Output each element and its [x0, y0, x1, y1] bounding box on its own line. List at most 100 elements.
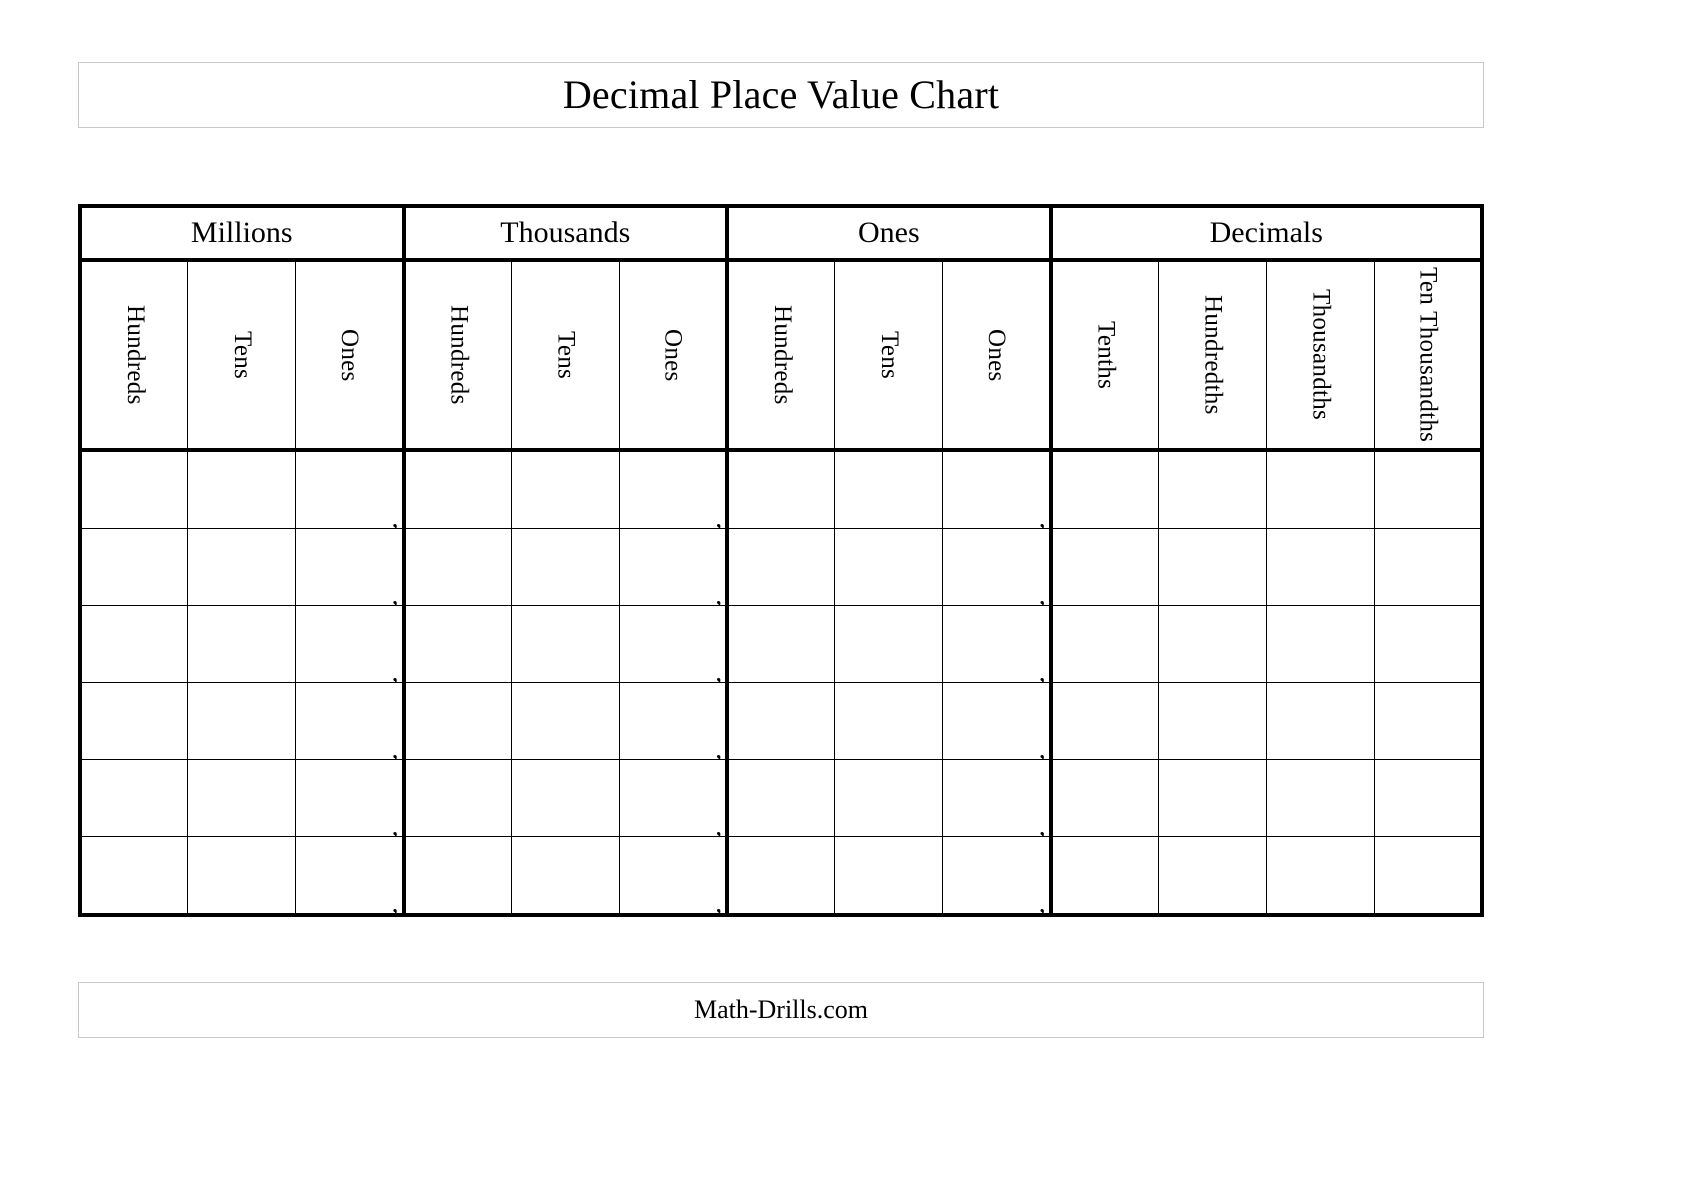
cell-r2-c6[interactable] — [725, 605, 836, 683]
cell-r2-c10[interactable] — [1157, 605, 1267, 683]
cell-r3-c3[interactable] — [401, 682, 512, 760]
place-separator-mark: , — [715, 888, 723, 918]
footer-banner: Math-Drills.com — [78, 982, 1484, 1038]
column-header-label: Tens — [552, 330, 580, 380]
cell-r5-c0[interactable] — [79, 836, 189, 916]
cell-r2-c4[interactable] — [510, 605, 620, 683]
cell-r3-c5[interactable]: , — [618, 682, 728, 763]
cell-r4-c7[interactable] — [834, 759, 944, 837]
cell-r2-c8[interactable]: , — [942, 605, 1052, 686]
cell-r2-c0[interactable] — [79, 605, 189, 683]
group-header-row: Millions Thousands Ones Decimals — [79, 205, 1483, 262]
cell-r4-c2[interactable]: , — [295, 759, 405, 840]
cell-r0-c7[interactable] — [834, 449, 944, 529]
cell-r1-c10[interactable] — [1157, 528, 1267, 606]
cell-r2-c11[interactable] — [1265, 605, 1375, 683]
column-header-box: Hundreds — [729, 262, 834, 448]
table-row: ,,, — [79, 682, 1483, 763]
column-header-box: Tens — [188, 262, 295, 448]
cell-r2-c5[interactable]: , — [618, 605, 728, 686]
column-header-6: Hundreds — [725, 259, 836, 452]
cell-r5-c6[interactable] — [725, 836, 836, 916]
cell-r1-c4[interactable] — [510, 528, 620, 606]
column-header-12: Ten Thousandths — [1373, 259, 1483, 452]
cell-r1-c11[interactable] — [1265, 528, 1375, 606]
cell-r0-c11[interactable] — [1265, 449, 1375, 529]
cell-r0-c10[interactable] — [1157, 449, 1267, 529]
cell-r4-c6[interactable] — [725, 759, 836, 837]
column-header-11: Thousandths — [1265, 259, 1375, 452]
title-banner: Decimal Place Value Chart — [78, 62, 1484, 128]
cell-r4-c5[interactable]: , — [618, 759, 728, 840]
column-header-row: Hundreds Tens Ones Hundreds Tens Ones Hundreds… — [79, 259, 1483, 452]
cell-r3-c7[interactable] — [834, 682, 944, 760]
cell-r3-c10[interactable] — [1157, 682, 1267, 760]
cell-r3-c8[interactable]: , — [942, 682, 1052, 763]
cell-r5-c2[interactable]: , — [295, 836, 405, 917]
cell-r3-c0[interactable] — [79, 682, 189, 760]
cell-r5-c7[interactable] — [834, 836, 944, 916]
group-header-ones: Ones — [725, 205, 1052, 262]
cell-r2-c12[interactable] — [1373, 605, 1483, 683]
cell-r0-c6[interactable] — [725, 449, 836, 529]
cell-r0-c5[interactable]: , — [618, 449, 728, 532]
cell-r0-c12[interactable] — [1373, 449, 1483, 529]
cell-r4-c11[interactable] — [1265, 759, 1375, 837]
cell-r3-c6[interactable] — [725, 682, 836, 760]
cell-r1-c9[interactable] — [1048, 528, 1159, 606]
cell-r4-c1[interactable] — [187, 759, 297, 837]
cell-r1-c0[interactable] — [79, 528, 189, 606]
cell-r2-c9[interactable] — [1048, 605, 1159, 683]
cell-r1-c5[interactable]: , — [618, 528, 728, 609]
cell-r5-c11[interactable] — [1265, 836, 1375, 916]
cell-r3-c12[interactable] — [1373, 682, 1483, 760]
cell-r2-c2[interactable]: , — [295, 605, 405, 686]
cell-r5-c10[interactable] — [1157, 836, 1267, 916]
column-header-box: Hundreds — [82, 262, 187, 448]
cell-r0-c3[interactable] — [401, 449, 512, 529]
column-header-8: Ones — [942, 259, 1052, 452]
cell-r3-c11[interactable] — [1265, 682, 1375, 760]
column-header-label: Hundreds — [445, 305, 473, 405]
cell-r5-c4[interactable] — [510, 836, 620, 916]
cell-r4-c8[interactable]: , — [942, 759, 1052, 840]
cell-r0-c2[interactable]: , — [295, 449, 405, 532]
cell-r0-c4[interactable] — [510, 449, 620, 529]
cell-r0-c8[interactable]: , — [942, 449, 1052, 532]
cell-r2-c7[interactable] — [834, 605, 944, 683]
cell-r0-c0[interactable] — [79, 449, 189, 529]
column-header-label: Ones — [335, 328, 363, 382]
cell-r5-c1[interactable] — [187, 836, 297, 916]
cell-r3-c4[interactable] — [510, 682, 620, 760]
cell-r5-c5[interactable]: , — [618, 836, 728, 918]
cell-r3-c9[interactable] — [1048, 682, 1159, 760]
cell-r4-c0[interactable] — [79, 759, 189, 837]
column-header-9: Tenths — [1048, 259, 1159, 452]
cell-r4-c3[interactable] — [401, 759, 512, 837]
cell-r2-c1[interactable] — [187, 605, 297, 683]
cell-r1-c12[interactable] — [1373, 528, 1483, 606]
cell-r4-c9[interactable] — [1048, 759, 1159, 837]
cell-r4-c4[interactable] — [510, 759, 620, 837]
cell-r5-c12[interactable] — [1373, 836, 1483, 916]
cell-r3-c2[interactable]: , — [295, 682, 405, 763]
cell-r5-c8[interactable]: , — [942, 836, 1052, 917]
cell-r1-c6[interactable] — [725, 528, 836, 606]
place-value-table: Millions Thousands Ones Decimals Hundreds Te… — [78, 204, 1484, 917]
table-row: ,,, — [79, 528, 1483, 609]
cell-r1-c1[interactable] — [187, 528, 297, 606]
cell-r1-c8[interactable]: , — [942, 528, 1052, 609]
cell-r1-c2[interactable]: , — [295, 528, 405, 609]
cell-r1-c3[interactable] — [401, 528, 512, 606]
cell-r5-c3[interactable] — [401, 836, 512, 916]
cell-r0-c9[interactable] — [1048, 449, 1159, 529]
cell-r2-c3[interactable] — [401, 605, 512, 683]
cell-r4-c12[interactable] — [1373, 759, 1483, 837]
cell-r1-c7[interactable] — [834, 528, 944, 606]
column-header-box: Tens — [512, 262, 619, 448]
cell-r5-c9[interactable] — [1048, 836, 1159, 916]
cell-r3-c1[interactable] — [187, 682, 297, 760]
group-header-decimals: Decimals — [1048, 205, 1483, 262]
cell-r4-c10[interactable] — [1157, 759, 1267, 837]
cell-r0-c1[interactable] — [187, 449, 297, 529]
